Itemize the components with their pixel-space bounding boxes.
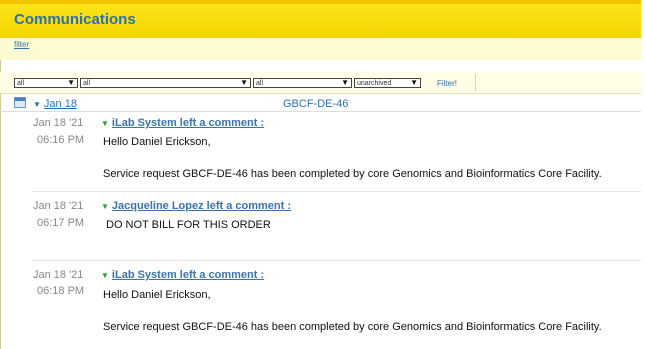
comment-time: 06:17 PM [37, 217, 85, 229]
chevron-down-icon: ▼ [240, 78, 248, 87]
filter-select-3[interactable]: all ▼ [253, 78, 352, 88]
comment-text: Hello Daniel Erickson, [103, 136, 211, 148]
filter-select-2[interactable]: all ▼ [80, 78, 251, 88]
triangle-down-icon: ▼ [101, 119, 109, 128]
comment-author-link[interactable]: ▼ iLab System left a comment : [101, 117, 264, 129]
request-id: GBCF-DE-46 [283, 98, 349, 110]
triangle-down-icon: ▼ [101, 271, 109, 280]
filter-bar [0, 38, 641, 60]
toolbar-divider [475, 74, 476, 91]
comment-text: Hello Daniel Erickson, [103, 289, 211, 301]
comment-text: Service request GBCF-DE-46 has been comp… [103, 168, 602, 180]
comment-date: Jan 18 '21 [33, 269, 84, 281]
comment-date: Jan 18 '21 [33, 117, 84, 129]
comment-author-link[interactable]: ▼ iLab System left a comment : [101, 269, 264, 281]
comment-divider [32, 191, 641, 192]
chevron-down-icon: ▼ [341, 78, 349, 87]
comment-text: Service request GBCF-DE-46 has been comp… [103, 321, 602, 333]
comment-date: Jan 18 '21 [33, 200, 84, 212]
filter-button[interactable]: Filter! [437, 79, 457, 88]
archive-status-select[interactable]: unarchived ▼ [354, 78, 421, 88]
calendar-icon[interactable] [14, 97, 26, 108]
comment-text: DO NOT BILL FOR THIS ORDER [106, 219, 271, 231]
filter-select-1[interactable]: all ▼ [14, 78, 78, 88]
comment-time: 06:16 PM [37, 134, 85, 146]
chevron-down-icon: ▼ [67, 78, 75, 87]
triangle-down-icon: ▼ [33, 100, 41, 109]
comment-time: 06:18 PM [37, 285, 85, 297]
date-group-toggle[interactable]: ▼ Jan 18 [33, 98, 77, 110]
chevron-down-icon: ▼ [410, 78, 418, 87]
panel-header: Communications [0, 0, 641, 38]
comment-author-link[interactable]: ▼ Jacqueline Lopez left a comment : [101, 200, 291, 212]
filter-link[interactable]: filter [14, 40, 29, 49]
page-title: Communications [14, 11, 136, 28]
triangle-down-icon: ▼ [101, 202, 109, 211]
comment-divider [32, 260, 641, 261]
